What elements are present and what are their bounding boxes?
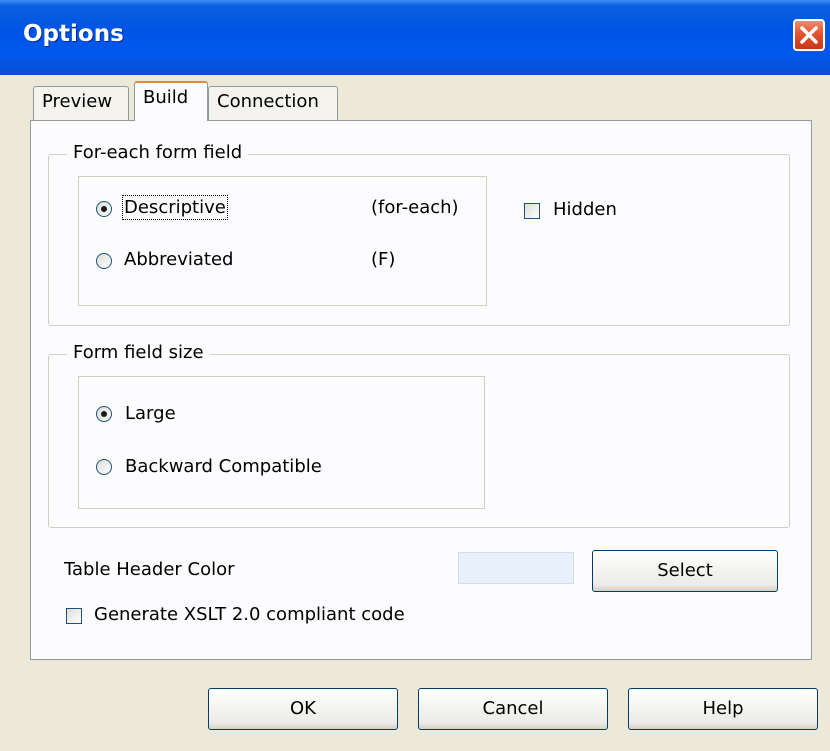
hidden-checkbox[interactable] [524,203,540,219]
abbreviated-radio[interactable] [96,253,112,269]
foreach-group: For-each form field Descriptive (for-eac… [48,142,790,326]
options-dialog: Options Preview Build Connection For-eac… [0,0,830,751]
descriptive-code: (for-each) [371,197,459,218]
tab-build[interactable]: Build [134,81,208,121]
help-label: Help [702,698,744,719]
cancel-button[interactable]: Cancel [418,688,608,730]
abbreviated-code: (F) [371,249,396,270]
tab-connection-label: Connection [217,91,319,112]
size-group: Form field size Large Backward Compatibl… [48,342,790,528]
build-tab-panel: For-each form field Descriptive (for-eac… [30,120,812,660]
size-group-title: Form field size [67,342,210,363]
hidden-label[interactable]: Hidden [553,199,617,220]
close-icon [800,26,818,44]
tab-connection[interactable]: Connection [208,86,338,120]
size-options-box: Large Backward Compatible [78,376,485,509]
table-header-color-swatch [458,552,574,584]
large-label[interactable]: Large [125,403,176,424]
select-color-button[interactable]: Select [592,550,778,592]
xslt-checkbox[interactable] [66,608,82,624]
abbreviated-label[interactable]: Abbreviated [124,249,234,270]
ok-button[interactable]: OK [208,688,398,730]
descriptive-label[interactable]: Descriptive [122,195,228,220]
tab-preview[interactable]: Preview [33,86,129,120]
window-title: Options [23,21,124,47]
descriptive-radio[interactable] [96,201,112,217]
backward-compatible-radio[interactable] [96,459,112,475]
ok-label: OK [290,698,316,719]
large-radio[interactable] [96,406,112,422]
foreach-group-title: For-each form field [67,142,249,163]
select-color-label: Select [657,560,713,581]
xslt-label[interactable]: Generate XSLT 2.0 compliant code [94,604,405,625]
close-button[interactable] [793,19,825,51]
tab-build-label: Build [143,87,189,108]
cancel-label: Cancel [482,698,544,719]
tab-preview-label: Preview [42,91,113,112]
backward-compatible-label[interactable]: Backward Compatible [125,456,322,477]
foreach-options-box: Descriptive (for-each) Abbreviated (F) [78,176,487,306]
title-bar[interactable]: Options [0,0,830,75]
table-header-color-label: Table Header Color [64,559,235,580]
help-button[interactable]: Help [628,688,818,730]
